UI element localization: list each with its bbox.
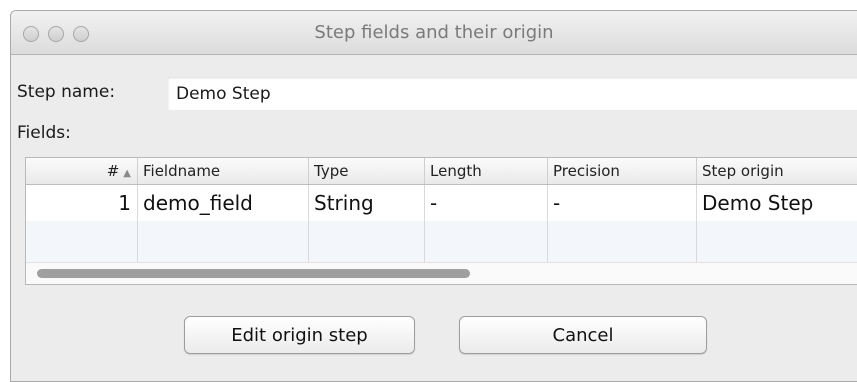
- fields-table[interactable]: # ▲ Fieldname Type Length Precision Step …: [25, 157, 857, 285]
- fields-label: Fields:: [17, 123, 71, 143]
- column-header-length[interactable]: Length: [425, 158, 548, 184]
- step-name-input[interactable]: [168, 77, 857, 110]
- cancel-button[interactable]: Cancel: [459, 316, 707, 354]
- edit-origin-step-button[interactable]: Edit origin step: [184, 316, 415, 354]
- scrollbar-thumb[interactable]: [37, 269, 470, 278]
- window-title: Step fields and their origin: [314, 22, 554, 43]
- table-cell-type: String: [309, 185, 425, 221]
- table-row-empty: [26, 221, 857, 262]
- title-bar[interactable]: Step fields and their origin: [11, 11, 857, 55]
- table-cell-precision: -: [548, 185, 697, 221]
- column-header-step-origin[interactable]: Step origin: [697, 158, 857, 184]
- column-header-fieldname[interactable]: Fieldname: [138, 158, 309, 184]
- column-header-precision[interactable]: Precision: [548, 158, 697, 184]
- table-row[interactable]: 1 demo_field String - - Demo Step: [26, 185, 857, 221]
- table-header: # ▲ Fieldname Type Length Precision Step …: [26, 158, 857, 185]
- sort-ascending-icon: ▲: [123, 168, 131, 179]
- column-header-number[interactable]: # ▲: [26, 158, 138, 184]
- column-header-type[interactable]: Type: [309, 158, 425, 184]
- table-cell-fieldname: demo_field: [138, 185, 309, 221]
- table-cell-length: -: [425, 185, 548, 221]
- table-cell-number: 1: [26, 185, 138, 221]
- horizontal-scrollbar[interactable]: [26, 262, 857, 284]
- step-name-label: Step name:: [17, 82, 116, 102]
- dialog-window: Step fields and their origin Step name: …: [10, 10, 857, 382]
- table-cell-step-origin: Demo Step: [697, 185, 857, 221]
